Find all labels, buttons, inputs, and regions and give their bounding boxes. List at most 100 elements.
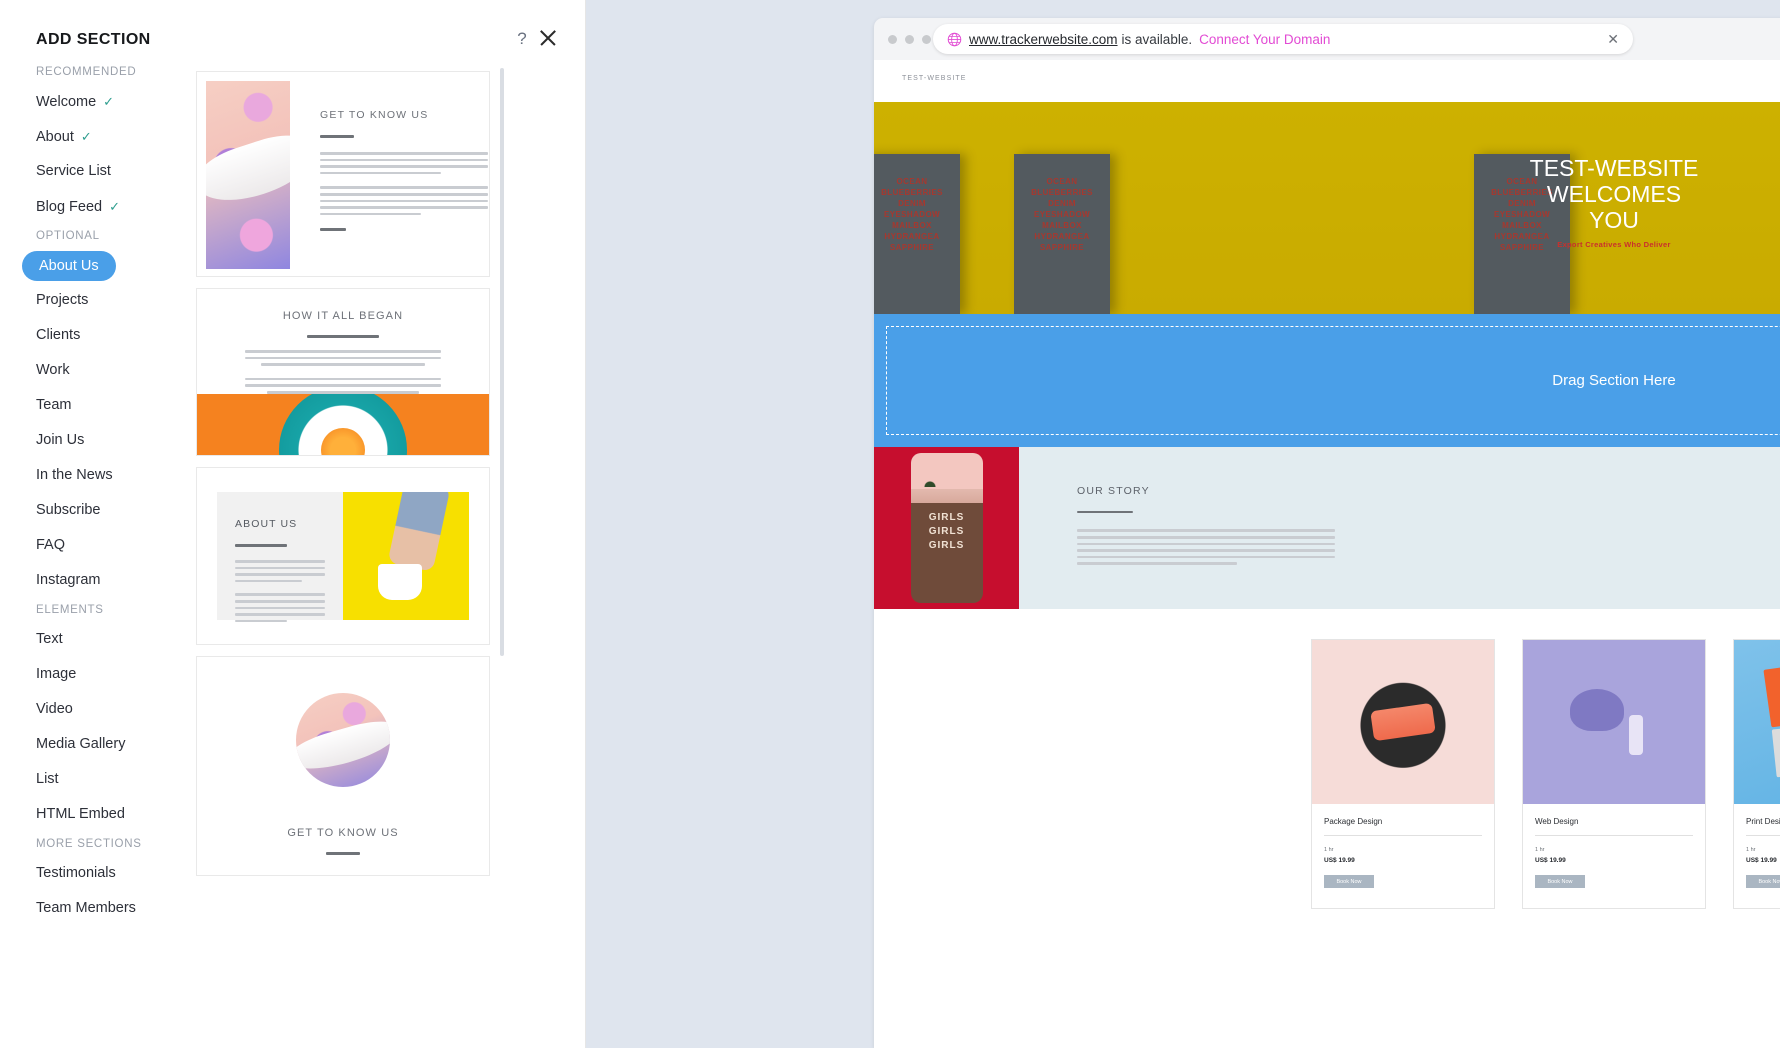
sidebar-item-html-embed[interactable]: HTML Embed xyxy=(0,797,196,832)
sidebar-item-image[interactable]: Image xyxy=(0,657,196,692)
sidebar-item-label: Team xyxy=(36,397,72,413)
sidebar-item-label: Image xyxy=(36,666,77,682)
sidebar-item-in-the-news[interactable]: In the News xyxy=(0,458,196,493)
panel-header: ADD SECTION ? xyxy=(0,0,585,66)
story-image: GIRLS GIRLS GIRLS xyxy=(874,447,1019,609)
palm-icon xyxy=(914,457,945,487)
sidebar-item-text[interactable]: Text xyxy=(0,622,196,657)
hero-section[interactable]: OCEAN BLUEBERRIES DENIM EYESHADOW MAILBOX HYD… xyxy=(874,102,1780,314)
drag-section-dropzone[interactable]: Drag Section Here xyxy=(874,314,1780,447)
sidebar-item-projects[interactable]: Projects xyxy=(0,283,196,318)
service-card[interactable]: Web Design 1 hr US$ 19.99 Book Now xyxy=(1522,639,1706,909)
browser-toolbar: www.trackerwebsite.com is available. Con… xyxy=(874,18,1780,60)
book-now-button[interactable]: Book Now xyxy=(1746,875,1780,888)
window-dot xyxy=(905,35,914,44)
card-title: Web Design xyxy=(1535,817,1579,826)
domain-url[interactable]: www.trackerwebsite.com xyxy=(969,32,1118,47)
sidebar-item-video[interactable]: Video xyxy=(0,692,196,727)
sidebar-item-label: Subscribe xyxy=(36,502,101,518)
close-icon[interactable] xyxy=(537,27,559,49)
thumbnail-column[interactable]: GET TO KNOW US HOW IT ALL BEGAN ABOUT US… xyxy=(196,60,506,1048)
sidebar-item-join-us[interactable]: Join Us xyxy=(0,423,196,458)
card-duration: 1 hr xyxy=(1535,847,1545,853)
service-card[interactable]: CRSN Print Design 1 hr US$ 19.99 Book No… xyxy=(1733,639,1780,909)
sidebar-item-about[interactable]: About ✓ xyxy=(0,119,196,154)
sidebar-item-blog-feed[interactable]: Blog Feed ✓ xyxy=(0,189,196,224)
thumbnail-heading: GET TO KNOW US xyxy=(287,827,399,839)
list-group-label: OPTIONAL xyxy=(36,230,100,242)
sidebar-item-label: Blog Feed xyxy=(36,199,103,215)
phone-case-graphic: GIRLS GIRLS GIRLS xyxy=(910,453,983,603)
sidebar-item-label: Team Members xyxy=(36,900,136,916)
sidebar-item-label: Work xyxy=(36,362,70,378)
thumbnail-image xyxy=(343,492,469,620)
thumbnail-image xyxy=(206,81,290,269)
close-icon[interactable]: ✕ xyxy=(1585,31,1623,48)
sidebar-item-work[interactable]: Work xyxy=(0,353,196,388)
case-text: GIRLS GIRLS GIRLS xyxy=(928,512,965,551)
card-image xyxy=(1523,640,1705,804)
thumbnail-text: GET TO KNOW US xyxy=(290,81,488,267)
story-heading: OUR STORY xyxy=(1077,485,1150,497)
service-card[interactable]: Package Design 1 hr US$ 19.99 Book Now xyxy=(1311,639,1495,909)
card-image: CRSN xyxy=(1734,640,1780,804)
book-now-button[interactable]: Book Now xyxy=(1535,875,1585,888)
thumbnail-body xyxy=(197,350,489,394)
card-duration: 1 hr xyxy=(1746,847,1756,853)
sidebar-item-label: HTML Embed xyxy=(36,806,125,822)
sidebar-item-faq[interactable]: FAQ xyxy=(0,528,196,563)
sidebar-item-instagram[interactable]: Instagram xyxy=(0,563,196,598)
sidebar-item-about-us[interactable]: About Us xyxy=(22,251,116,281)
sidebar-item-welcome[interactable]: Welcome ✓ xyxy=(0,84,196,119)
globe-icon xyxy=(947,32,962,46)
sidebar-item-media-gallery[interactable]: Media Gallery xyxy=(0,727,196,762)
check-icon: ✓ xyxy=(103,94,115,109)
domain-availability-text: is available. xyxy=(1121,31,1193,47)
card-price: US$ 19.99 xyxy=(1324,857,1355,864)
our-story-section[interactable]: GIRLS GIRLS GIRLS OUR STORY xyxy=(874,447,1780,609)
site-header: TEST-WEBSITE Home Book Online Blog xyxy=(874,60,1780,102)
panel-scrollbar[interactable] xyxy=(500,68,504,656)
hero-title: TEST-WEBSITE WELCOMES YOU xyxy=(874,155,1780,233)
sidebar-item-team[interactable]: Team xyxy=(0,388,196,423)
page-title: ADD SECTION xyxy=(36,31,151,48)
connect-domain-link[interactable]: Connect Your Domain xyxy=(1199,32,1330,47)
sidebar-item-label: Join Us xyxy=(36,432,85,448)
service-cards-row: Package Design 1 hr US$ 19.99 Book Now W… xyxy=(874,609,1780,909)
sidebar-item-label: Clients xyxy=(36,327,81,343)
sidebar-item-testimonials[interactable]: Testimonials xyxy=(0,856,196,891)
sidebar-item-team-members[interactable]: Team Members xyxy=(0,891,196,926)
sidebar-item-label: FAQ xyxy=(36,537,66,553)
thumbnail-card[interactable]: HOW IT ALL BEGAN xyxy=(196,288,490,456)
sidebar-item-label: Text xyxy=(36,631,63,647)
card-duration: 1 hr xyxy=(1324,847,1334,853)
window-controls xyxy=(888,35,931,44)
domain-banner[interactable]: www.trackerwebsite.com is available. Con… xyxy=(933,24,1633,54)
sidebar-item-list[interactable]: List xyxy=(0,762,196,797)
sidebar-item-label: Media Gallery xyxy=(36,736,126,752)
dropzone-label: Drag Section Here xyxy=(1552,372,1676,389)
hero-title-line: WELCOMES xyxy=(1546,181,1682,207)
sidebar-item-label: Testimonials xyxy=(36,865,116,881)
site-preview: TEST-WEBSITE Home Book Online Blog OCEAN… xyxy=(874,60,1780,1048)
card-price: US$ 19.99 xyxy=(1535,857,1566,864)
thumbnail-card[interactable]: GET TO KNOW US xyxy=(196,71,490,277)
case-eyes-graphic xyxy=(910,489,983,503)
sidebar-item-service-list[interactable]: Service List xyxy=(0,154,196,189)
window-dot xyxy=(922,35,931,44)
thumbnail-card[interactable]: ABOUT US xyxy=(196,467,490,645)
check-icon: ✓ xyxy=(109,199,121,214)
help-icon[interactable]: ? xyxy=(512,29,532,49)
card-divider xyxy=(1535,835,1693,836)
thumbnail-image xyxy=(197,393,489,455)
browser-preview-frame: www.trackerwebsite.com is available. Con… xyxy=(874,18,1780,1048)
thumbnail-card[interactable]: GET TO KNOW US xyxy=(196,656,490,876)
sidebar-item-label: Video xyxy=(36,701,73,717)
section-list[interactable]: RECOMMENDED Welcome ✓ About ✓ Service List Blo… xyxy=(0,60,196,1048)
sidebar-item-subscribe[interactable]: Subscribe xyxy=(0,493,196,528)
book-now-button[interactable]: Book Now xyxy=(1324,875,1374,888)
check-icon: ✓ xyxy=(80,129,92,144)
thumbnail-heading: GET TO KNOW US xyxy=(320,109,429,121)
sidebar-item-clients[interactable]: Clients xyxy=(0,318,196,353)
window-dot xyxy=(888,35,897,44)
